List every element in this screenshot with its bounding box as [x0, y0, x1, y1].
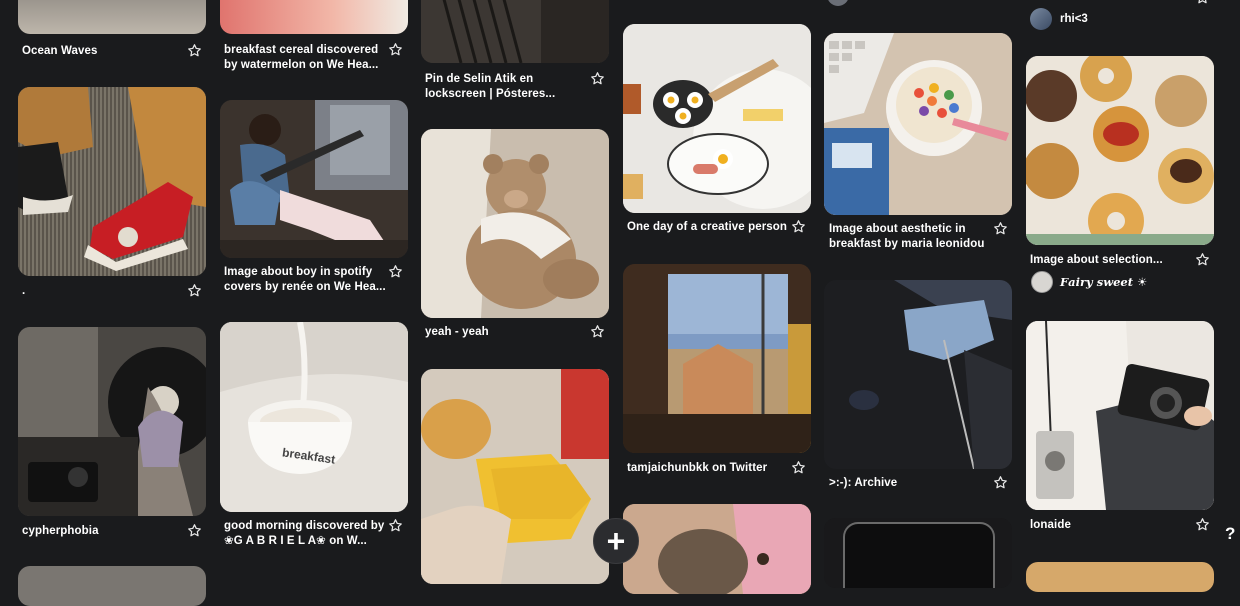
avatar[interactable]: [1031, 271, 1053, 293]
plus-icon: +: [606, 523, 626, 559]
avatar[interactable]: [827, 0, 849, 6]
pin-image-records[interactable]: [421, 0, 609, 63]
pinner-name[interactable]: rhi<3: [1060, 12, 1088, 27]
star-icon[interactable]: [993, 475, 1008, 490]
records-photo: [421, 0, 609, 63]
pin-image[interactable]: [18, 566, 206, 606]
pin-caption[interactable]: Image about boy in spotify covers by ren…: [224, 265, 386, 295]
film-camera-photo: [1026, 321, 1214, 510]
star-icon[interactable]: [187, 283, 202, 298]
star-icon[interactable]: [187, 523, 202, 538]
phone-photo: [824, 518, 1012, 588]
star-icon[interactable]: [590, 71, 605, 86]
teddy-bear-photo: [421, 129, 609, 318]
star-icon[interactable]: [1195, 0, 1210, 5]
pin-caption[interactable]: Pin de Selin Atik en lockscreen | Póster…: [425, 72, 555, 102]
bread-photo: [421, 369, 609, 584]
pin-image-phone[interactable]: [824, 518, 1012, 588]
pin-caption[interactable]: tamjaichunbkk on Twitter: [627, 461, 767, 476]
star-icon[interactable]: [1195, 252, 1210, 267]
bass-guitar-photo: [824, 280, 1012, 469]
sneakers-photo: [18, 87, 206, 276]
pin-caption[interactable]: Image about selection...: [1030, 253, 1163, 268]
avatar[interactable]: [1030, 8, 1052, 30]
pin-image-boy-guitar[interactable]: [220, 100, 408, 258]
create-button[interactable]: +: [593, 518, 639, 564]
pin-image-donuts[interactable]: [1026, 56, 1214, 245]
pin-image-breakfast-bowl[interactable]: breakfast: [220, 322, 408, 512]
pin-image-cereal-keyboard[interactable]: [824, 33, 1012, 215]
star-icon[interactable]: [791, 219, 806, 234]
pin-image-bread[interactable]: [421, 369, 609, 584]
pin-caption[interactable]: cypherphobia: [22, 524, 99, 539]
pin-image-breakfast-table[interactable]: [623, 24, 811, 213]
question-mark-icon: ?: [1225, 524, 1236, 543]
pin-image-ocean-waves[interactable]: [18, 0, 206, 34]
pin-image-bass-guitar[interactable]: [824, 280, 1012, 469]
pin-image-cat-boy[interactable]: [623, 504, 811, 594]
pinner-name[interactable]: 𝑭𝒂𝒊𝒓𝒚 𝒔𝒘𝒆𝒆𝒕 ☀: [1060, 275, 1147, 290]
star-icon[interactable]: [187, 43, 202, 58]
star-icon[interactable]: [388, 42, 403, 57]
pin-caption[interactable]: >:-): Archive: [829, 476, 897, 491]
pin-image-film-camera[interactable]: [1026, 321, 1214, 510]
breakfast-table-photo: [623, 24, 811, 213]
pin-image-train-window[interactable]: [623, 264, 811, 453]
breakfast-bowl-photo: [220, 322, 408, 512]
cat-boy-photo: [623, 504, 811, 594]
pin-caption[interactable]: lonaide: [1030, 518, 1071, 533]
cereal-keyboard-photo: [824, 33, 1012, 215]
boy-guitar-photo: [220, 100, 408, 258]
train-window-photo: [623, 264, 811, 453]
vinyl-photo: [18, 327, 206, 516]
pin-caption[interactable]: breakfast cereal discovered by watermelo…: [224, 43, 378, 73]
star-icon[interactable]: [388, 518, 403, 533]
donuts-photo: [1026, 56, 1214, 245]
pin-image-teddy-bear[interactable]: [421, 129, 609, 318]
pin-caption[interactable]: .: [22, 284, 25, 299]
help-button[interactable]: ?: [1225, 524, 1235, 544]
pin-image-breakfast-cereal[interactable]: [220, 0, 408, 34]
pin-caption[interactable]: Image about aesthetic in breakfast by ma…: [829, 222, 984, 252]
pin-image-vinyl-record[interactable]: [18, 327, 206, 516]
pin-caption[interactable]: Ocean Waves: [22, 44, 97, 59]
pin-caption[interactable]: yeah - yeah: [425, 325, 489, 340]
pin-caption[interactable]: good morning discovered by ❀G A B R I E …: [224, 519, 384, 549]
pin-caption[interactable]: One day of a creative person: [627, 220, 787, 235]
pin-image[interactable]: [1026, 562, 1214, 592]
star-icon[interactable]: [791, 460, 806, 475]
star-icon[interactable]: [993, 221, 1008, 236]
star-icon[interactable]: [388, 264, 403, 279]
star-icon[interactable]: [590, 324, 605, 339]
pin-image-red-sneakers[interactable]: [18, 87, 206, 276]
star-icon[interactable]: [1195, 517, 1210, 532]
